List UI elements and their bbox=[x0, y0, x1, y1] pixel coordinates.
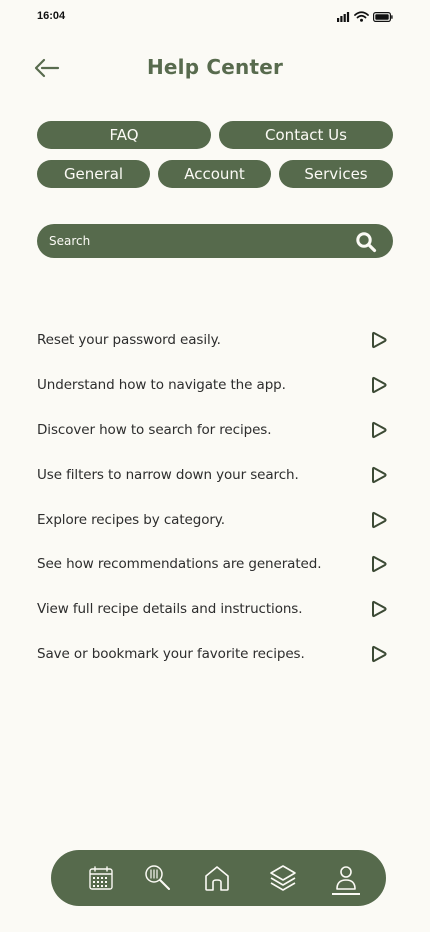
profile-icon bbox=[336, 866, 356, 890]
play-arrow-icon bbox=[372, 645, 387, 663]
faq-item[interactable]: Use filters to narrow down your search. bbox=[37, 452, 393, 497]
nav-profile[interactable] bbox=[330, 862, 362, 894]
faq-item-text: See how recommendations are generated. bbox=[37, 556, 322, 573]
faq-item-text: Understand how to navigate the app. bbox=[37, 377, 286, 394]
faq-item-text: Explore recipes by category. bbox=[37, 511, 225, 528]
faq-item[interactable]: Reset your password easily. bbox=[37, 318, 393, 363]
search-input[interactable] bbox=[49, 224, 349, 258]
search-bar bbox=[37, 224, 393, 258]
play-arrow-icon bbox=[372, 601, 387, 618]
play-arrow-icon bbox=[372, 556, 387, 573]
status-icons bbox=[337, 11, 393, 22]
calendar-icon bbox=[89, 866, 113, 890]
faq-item[interactable]: View full recipe details and instruction… bbox=[37, 587, 393, 632]
nav-layers[interactable] bbox=[267, 862, 299, 894]
tab-contact-us[interactable]: Contact Us bbox=[219, 121, 393, 149]
tab-faq[interactable]: FAQ bbox=[37, 121, 211, 149]
home-icon bbox=[205, 866, 229, 891]
recipe-search-icon bbox=[145, 865, 170, 890]
tab-general[interactable]: General bbox=[37, 160, 150, 188]
battery-icon bbox=[373, 11, 393, 22]
play-arrow-icon bbox=[372, 332, 387, 349]
play-arrow-icon bbox=[372, 377, 387, 394]
faq-item-text: Discover how to search for recipes. bbox=[37, 421, 272, 438]
faq-item-text: Use filters to narrow down your search. bbox=[37, 466, 299, 483]
page-title: Help Center bbox=[146, 55, 284, 79]
help-center-screen: 16:04 Help Center FAQ Contact Us General… bbox=[0, 0, 430, 932]
status-time: 16:04 bbox=[37, 10, 66, 22]
status-bar: 16:04 bbox=[0, 0, 430, 34]
nav-calendar[interactable] bbox=[85, 862, 117, 894]
search-icon[interactable] bbox=[355, 231, 377, 253]
signal-icon bbox=[337, 11, 350, 22]
play-arrow-icon bbox=[372, 421, 387, 439]
faq-item-text: View full recipe details and instruction… bbox=[37, 601, 303, 618]
faq-item-text: Save or bookmark your favorite recipes. bbox=[37, 645, 305, 662]
layers-icon bbox=[270, 865, 296, 891]
nav-home[interactable] bbox=[201, 862, 233, 894]
play-arrow-icon bbox=[372, 511, 387, 528]
tab-services[interactable]: Services bbox=[279, 160, 393, 188]
faq-item-text: Reset your password easily. bbox=[37, 332, 221, 349]
faq-item[interactable]: Understand how to navigate the app. bbox=[37, 363, 393, 408]
play-arrow-icon bbox=[372, 466, 387, 483]
nav-recipe-search[interactable] bbox=[142, 862, 174, 894]
faq-item[interactable]: See how recommendations are generated. bbox=[37, 542, 393, 587]
faq-item[interactable]: Explore recipes by category. bbox=[37, 497, 393, 542]
tab-account[interactable]: Account bbox=[158, 160, 271, 188]
bottom-nav bbox=[51, 850, 386, 906]
faq-item[interactable]: Discover how to search for recipes. bbox=[37, 408, 393, 453]
faq-item[interactable]: Save or bookmark your favorite recipes. bbox=[37, 632, 393, 677]
faq-list: Reset your password easily. Understand h… bbox=[37, 318, 393, 676]
active-tab-indicator bbox=[332, 893, 360, 895]
wifi-icon bbox=[354, 11, 369, 22]
